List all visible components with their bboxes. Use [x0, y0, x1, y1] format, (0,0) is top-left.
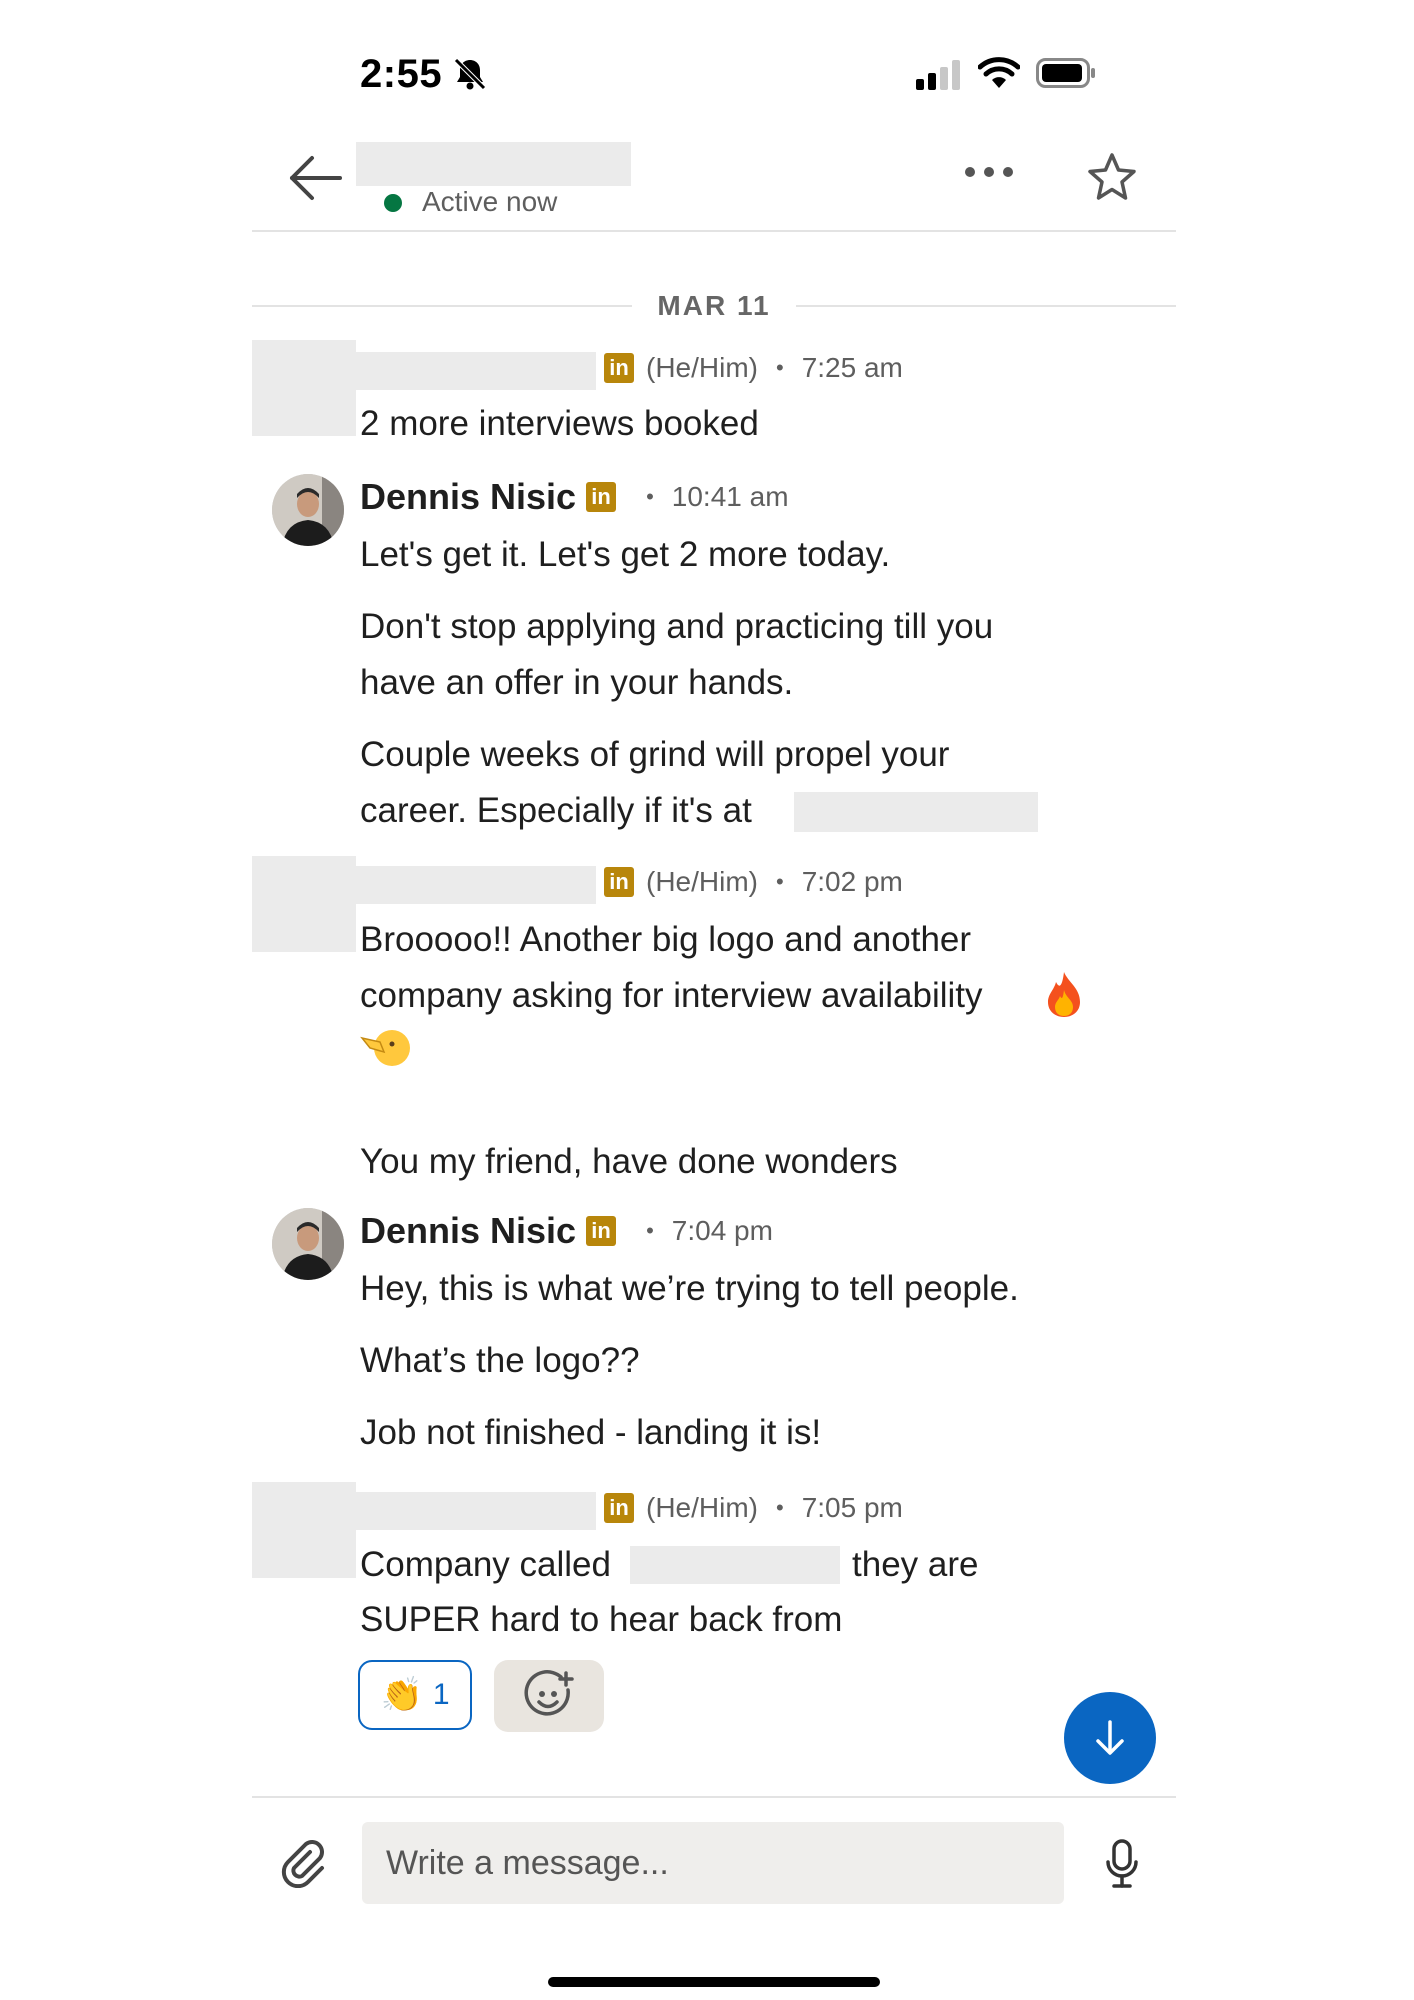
back-arrow-icon[interactable]: [288, 155, 344, 201]
message-time: 10:41 am: [671, 481, 789, 512]
sender-name-redacted[interactable]: [356, 866, 596, 904]
date-separator: MAR 11: [657, 290, 771, 321]
meta-separator: •: [776, 1495, 784, 1520]
star-icon[interactable]: [1086, 152, 1138, 202]
message-time: 7:04 pm: [671, 1215, 773, 1246]
avatar-photo: [272, 1208, 344, 1280]
linkedin-icon: in: [604, 1493, 634, 1523]
battery-icon: [1036, 58, 1095, 88]
reaction-count: 1: [432, 1678, 450, 1711]
message-text: You my friend, have done wonders: [360, 1142, 898, 1181]
bell-muted-icon: [454, 58, 486, 90]
message-time: 7:02 pm: [801, 866, 903, 897]
meta-separator: •: [646, 1218, 654, 1243]
linkedin-icon: in: [604, 353, 634, 383]
message-text: Company called: [360, 1545, 611, 1584]
message-text: Let's get it. Let's get 2 more today.: [360, 535, 891, 574]
sender-pronouns: (He/Him): [646, 866, 758, 897]
microphone-icon[interactable]: [1104, 1838, 1140, 1890]
message-text: SUPER hard to hear back from: [360, 1600, 843, 1639]
linkedin-icon: in: [586, 1216, 617, 1246]
avatar-redacted[interactable]: [252, 340, 356, 436]
wifi-icon: [978, 57, 1020, 88]
sender-name[interactable]: Dennis Nisic: [360, 1210, 576, 1252]
meta-separator: •: [646, 484, 654, 509]
company-name-redacted: [630, 1546, 840, 1584]
sender-name-redacted[interactable]: [356, 352, 596, 390]
message-meta: in (He/Him) • 7:25 am: [604, 352, 903, 384]
message-text: company asking for interview availabilit…: [360, 976, 983, 1015]
composer-divider: [252, 1796, 1176, 1798]
company-name-redacted: [794, 792, 1038, 832]
meta-separator: •: [776, 355, 784, 380]
message-meta: in (He/Him) • 7:02 pm: [604, 866, 903, 898]
avatar-photo: [272, 474, 344, 546]
message-meta: in (He/Him) • 7:05 pm: [604, 1492, 903, 1524]
message-text: What’s the logo??: [360, 1341, 640, 1380]
message-time: 7:25 am: [801, 352, 903, 383]
message-text: Couple weeks of grind will propel your: [360, 735, 950, 774]
message-text: Job not finished - landing it is!: [360, 1413, 822, 1452]
avatar-redacted[interactable]: [252, 1482, 356, 1578]
message-text: Brooooo!! Another big logo and another: [360, 920, 972, 959]
status-time: 2:55: [360, 52, 443, 96]
sender-name-redacted[interactable]: [356, 1492, 596, 1530]
sender-pronouns: (He/Him): [646, 352, 758, 383]
sender-pronouns: (He/Him): [646, 1492, 758, 1523]
message-text: have an offer in your hands.: [360, 663, 794, 702]
message-meta: Dennis Nisic in • 10:41 am: [360, 476, 789, 518]
paperclip-icon[interactable]: [280, 1838, 330, 1888]
add-reaction-button[interactable]: [494, 1660, 604, 1732]
cellular-signal-icon: [916, 60, 960, 90]
contact-name-redacted[interactable]: [356, 142, 631, 186]
avatar-redacted[interactable]: [252, 856, 356, 952]
avatar[interactable]: [272, 1208, 344, 1280]
header-divider: [252, 230, 1176, 232]
fire-emoji: [1048, 972, 1080, 1017]
linkedin-icon: in: [586, 482, 617, 512]
scroll-to-bottom-button[interactable]: [1064, 1692, 1156, 1784]
clap-emoji: 👏: [380, 1676, 423, 1714]
home-indicator: [548, 1977, 880, 1987]
message-text: 2 more interviews booked: [360, 404, 759, 443]
reaction-chip[interactable]: 👏 1: [358, 1660, 472, 1730]
message-text: career. Especially if it's at: [360, 791, 752, 830]
presence-status: Active now: [422, 186, 558, 217]
date-divider-left: [252, 305, 632, 307]
arrow-down-icon: [1096, 1720, 1124, 1755]
message-time: 7:05 pm: [801, 1492, 903, 1523]
meta-separator: •: [776, 869, 784, 894]
more-icon[interactable]: [964, 166, 1014, 178]
message-text: Hey, this is what we’re trying to tell p…: [360, 1269, 1019, 1308]
pointing-emoji: [360, 1030, 410, 1066]
message-text: Don't stop applying and practicing till …: [360, 607, 994, 646]
add-reaction-icon: [524, 1670, 574, 1716]
message-input[interactable]: [362, 1822, 1064, 1904]
avatar[interactable]: [272, 474, 344, 546]
sender-name[interactable]: Dennis Nisic: [360, 476, 576, 518]
message-meta: Dennis Nisic in • 7:04 pm: [360, 1210, 773, 1252]
message-text: they are: [852, 1545, 979, 1584]
presence-dot: [384, 194, 402, 212]
date-divider-right: [796, 305, 1176, 307]
linkedin-icon: in: [604, 867, 634, 897]
